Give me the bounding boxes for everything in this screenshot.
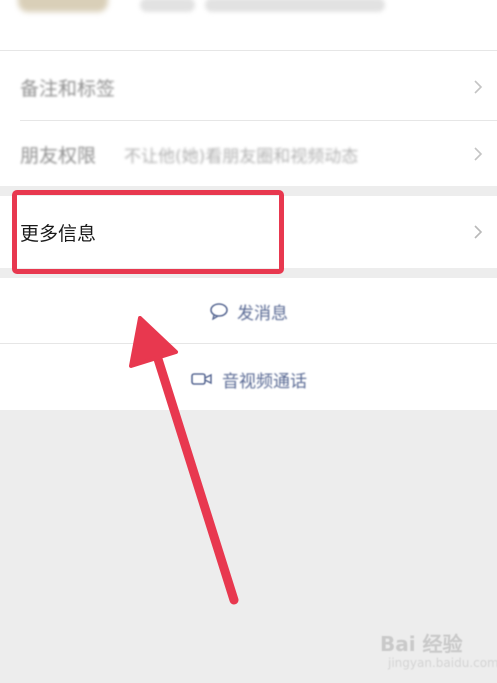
- watermark-url: jingyan.baidu.com: [388, 656, 497, 670]
- watermark-logo: Bai 经验: [380, 632, 463, 656]
- annotation-arrow-icon: [129, 316, 239, 605]
